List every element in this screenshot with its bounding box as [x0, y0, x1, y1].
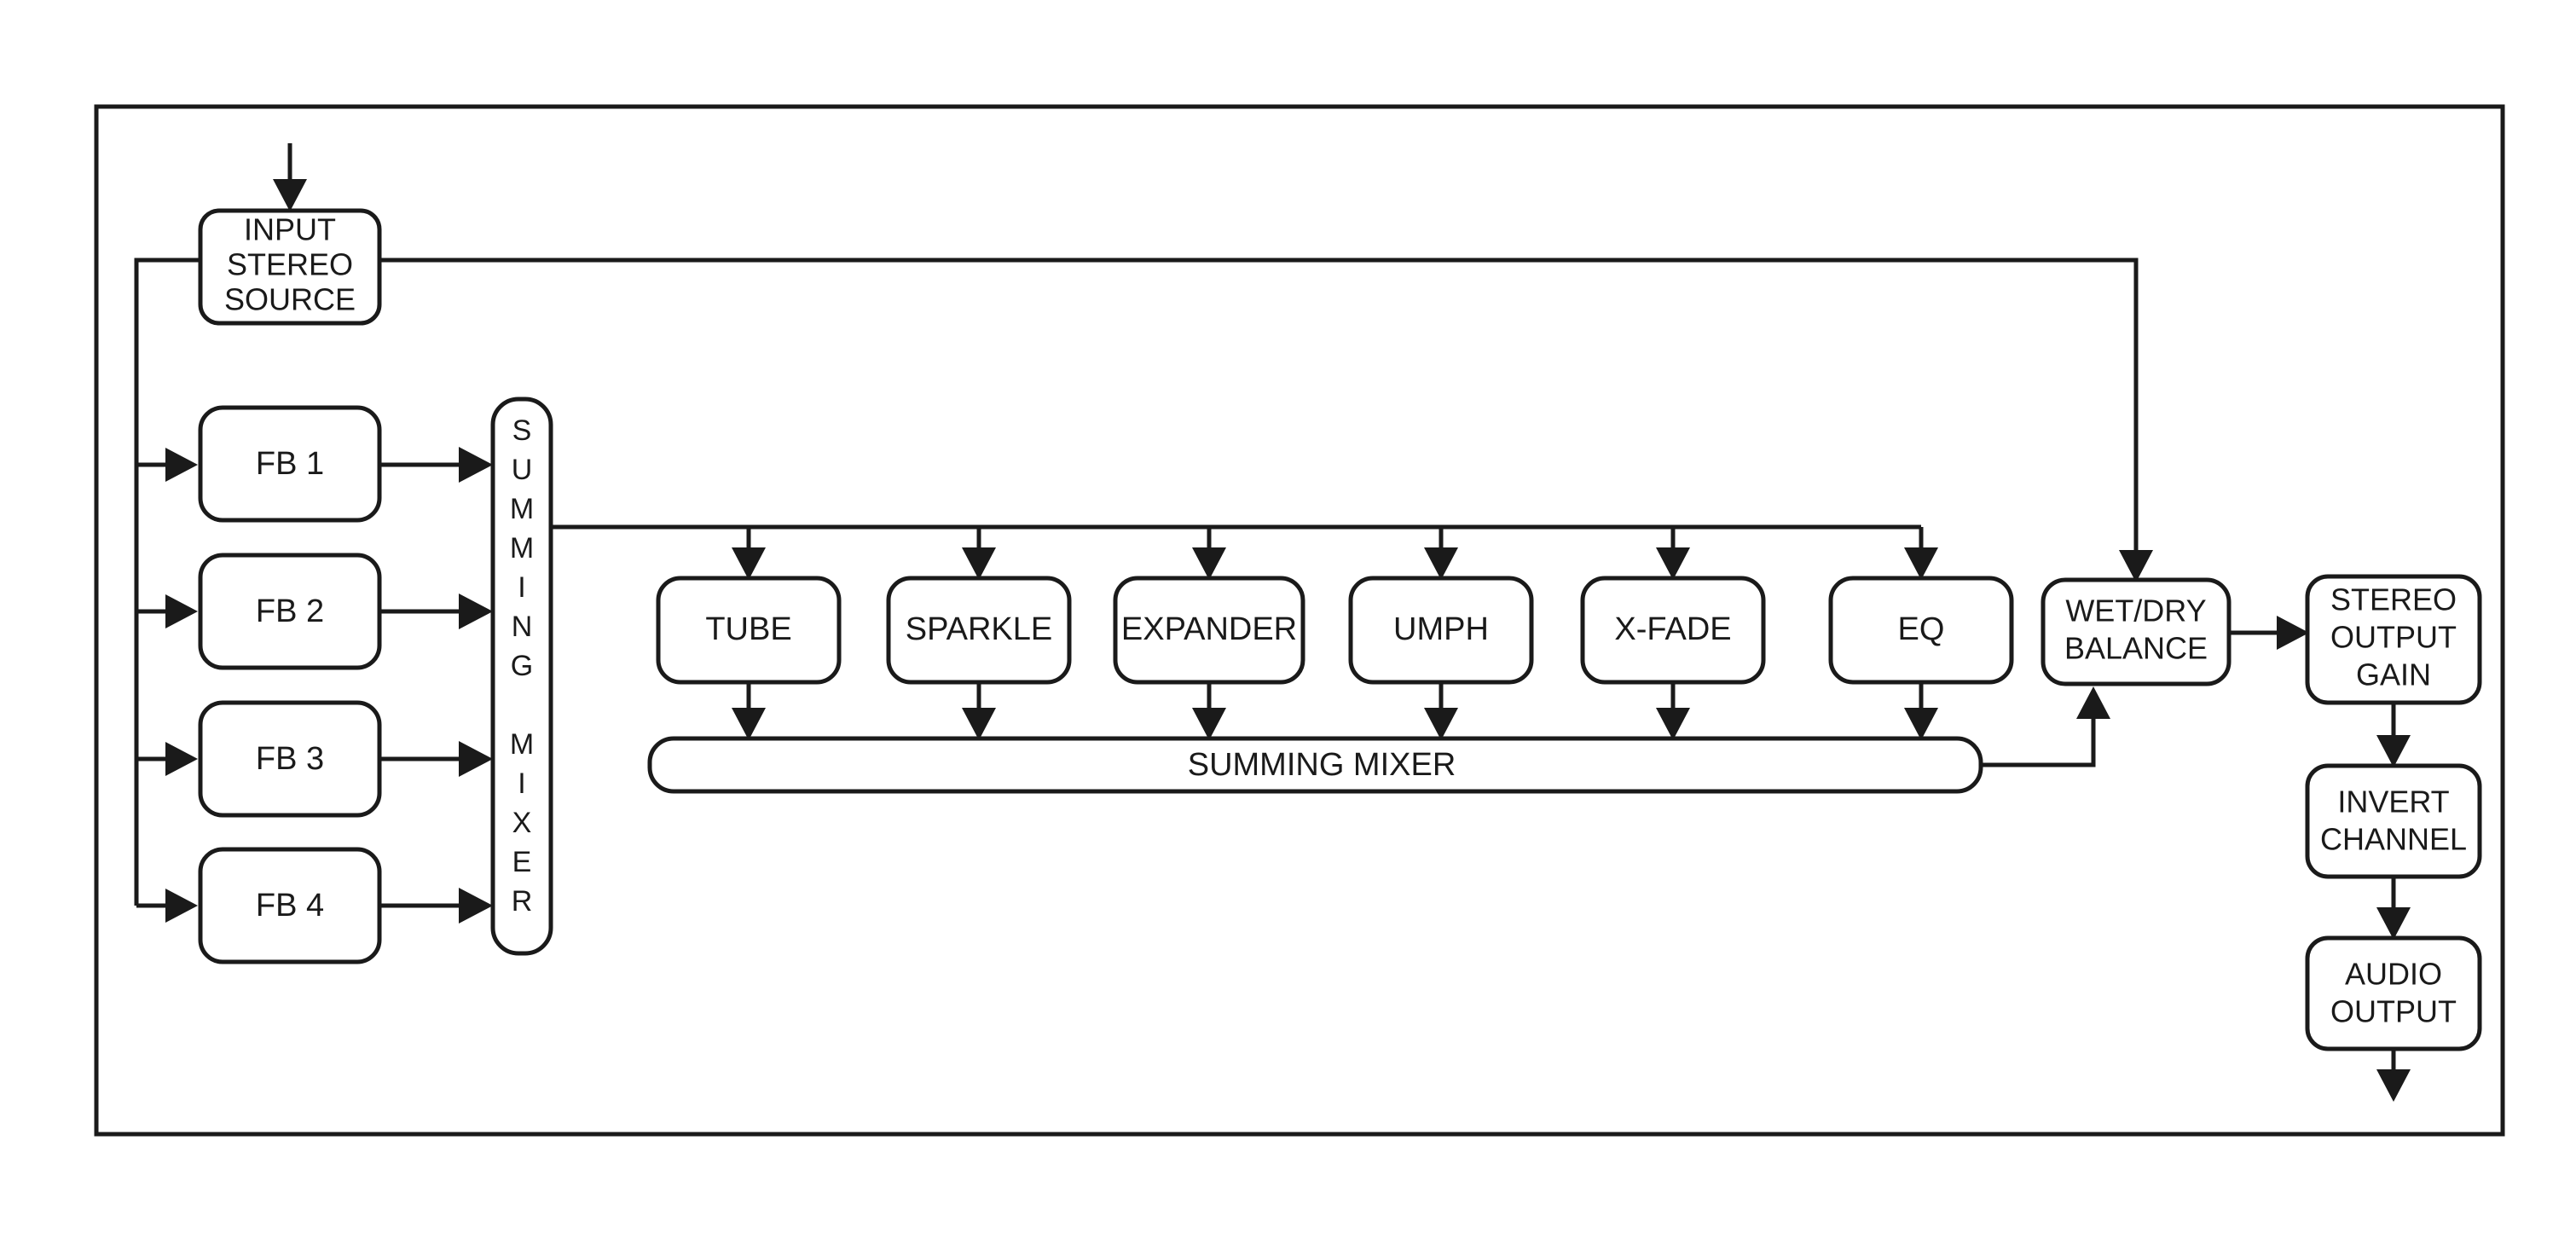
vertical-summing-mixer[interactable]: S U M M I N G M I X E R [490, 397, 553, 956]
invert-to-audio-output-wire [2376, 877, 2411, 940]
vertical-mixer-letter-0: S [512, 414, 532, 447]
vertical-mixer-letter-10: X [512, 807, 532, 839]
effect-sparkle-label: SPARKLE [906, 611, 1052, 647]
fb-1-label: FB 1 [256, 446, 324, 482]
feedback-block-3[interactable]: FB 3 [198, 700, 382, 818]
input-stereo-source-line-1: INPUT [244, 212, 336, 247]
vertical-mixer-letter-1: U [512, 454, 533, 486]
effect-box-eq[interactable]: EQ [1828, 576, 2014, 685]
vertical-mixer-letter-2: M [510, 493, 534, 525]
effect-expander-label: EXPANDER [1121, 611, 1297, 647]
fb-to-vertical-mixer-wires [379, 447, 493, 924]
effects-distribution-bus-wire [551, 524, 1938, 580]
effects-to-horizontal-mixer-wires [732, 682, 1938, 740]
stereo-output-gain-line-1: STEREO [2330, 582, 2457, 617]
horizontal-summing-mixer[interactable]: SUMMING MIXER [647, 736, 1983, 794]
fb-4-label: FB 4 [256, 888, 324, 924]
audio-output-box[interactable]: AUDIO OUTPUT [2305, 935, 2482, 1051]
block-diagram-svg: INPUT STEREO SOURCE FB 1 FB 2 FB 3 FB 4 … [94, 104, 2505, 1137]
wet-dry-balance-line-1: WET/DRY [2065, 594, 2206, 628]
effect-eq-label: EQ [1898, 611, 1945, 647]
effect-tube-label: TUBE [705, 611, 791, 647]
stereo-output-gain-box[interactable]: STEREO OUTPUT GAIN [2305, 574, 2482, 705]
wet-dry-balance-line-2: BALANCE [2064, 631, 2208, 666]
vertical-mixer-letter-4: I [518, 571, 525, 604]
gain-to-invert-wire [2376, 703, 2411, 767]
feedback-block-4[interactable]: FB 4 [198, 847, 382, 964]
feedback-block-1[interactable]: FB 1 [198, 405, 382, 523]
effect-box-sparkle[interactable]: SPARKLE [886, 576, 1072, 685]
audio-output-line-2: OUTPUT [2330, 994, 2457, 1029]
vertical-mixer-letter-12: R [512, 885, 533, 918]
vertical-mixer-letter-5: N [512, 611, 533, 643]
input-stereo-source-line-2: STEREO [227, 247, 353, 282]
effect-box-umph[interactable]: UMPH [1348, 576, 1534, 685]
feedback-block-2[interactable]: FB 2 [198, 553, 382, 670]
invert-channel-line-1: INVERT [2337, 785, 2449, 819]
wetdry-to-stereo-gain-wire [2229, 616, 2309, 650]
input-source-entry-arrow [273, 143, 307, 211]
vertical-mixer-letter-3: M [510, 532, 534, 565]
vertical-mixer-letter-8: M [510, 728, 534, 761]
stereo-output-gain-line-3: GAIN [2356, 657, 2431, 692]
fb-3-label: FB 3 [256, 741, 324, 777]
feedback-feed-bus-wire [134, 258, 200, 923]
wet-path-wire [1981, 686, 2110, 767]
final-output-arrow [2376, 1049, 2411, 1102]
vertical-mixer-letter-9: I [518, 767, 525, 800]
audio-output-line-1: AUDIO [2345, 957, 2442, 992]
effect-xfade-label: X-FADE [1614, 611, 1731, 647]
effect-box-tube[interactable]: TUBE [656, 576, 842, 685]
effect-box-expander[interactable]: EXPANDER [1113, 576, 1305, 685]
input-stereo-source-box[interactable]: INPUT STEREO SOURCE [198, 208, 382, 326]
diagram-root: INPUT STEREO SOURCE FB 1 FB 2 FB 3 FB 4 … [0, 0, 2576, 1245]
dry-path-wire [379, 258, 2153, 582]
invert-channel-box[interactable]: INVERT CHANNEL [2305, 763, 2482, 879]
fb-2-label: FB 2 [256, 594, 324, 629]
vertical-mixer-letter-6: G [511, 650, 533, 682]
stereo-output-gain-line-2: OUTPUT [2330, 620, 2457, 655]
horizontal-summing-mixer-label: SUMMING MIXER [1188, 747, 1456, 783]
input-stereo-source-line-3: SOURCE [224, 282, 356, 317]
vertical-mixer-letter-11: E [512, 846, 532, 878]
wet-dry-balance-box[interactable]: WET/DRY BALANCE [2041, 577, 2232, 686]
effect-umph-label: UMPH [1393, 611, 1489, 647]
invert-channel-line-2: CHANNEL [2320, 822, 2467, 857]
effect-box-xfade[interactable]: X-FADE [1580, 576, 1766, 685]
